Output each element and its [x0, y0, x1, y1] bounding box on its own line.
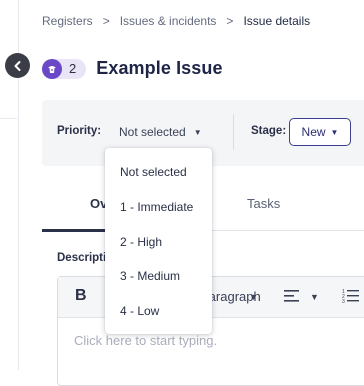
page-header: 2 Example Issue: [42, 58, 223, 79]
caret-down-icon[interactable]: ▼: [249, 292, 258, 302]
breadcrumb-issues-incidents[interactable]: Issues & incidents: [120, 14, 217, 28]
breadcrumb: Registers > Issues & incidents > Issue d…: [42, 14, 310, 28]
priority-label: Priority:: [57, 125, 102, 137]
svg-text:3: 3: [342, 299, 345, 304]
priority-select[interactable]: Not selected ▼: [119, 125, 202, 139]
numbered-list-icon[interactable]: 1 2 3: [342, 288, 360, 304]
priority-option-low[interactable]: 4 - Low: [120, 304, 159, 318]
breadcrumb-separator: >: [102, 14, 110, 28]
back-button[interactable]: [5, 53, 30, 78]
fields-divider: [233, 114, 234, 150]
priority-dropdown-menu: Not selected 1 - Immediate 2 - High 3 - …: [105, 148, 212, 334]
editor-placeholder: Click here to start typing.: [74, 333, 218, 348]
side-panel-divider: [0, 118, 17, 119]
caret-down-icon: ▼: [193, 127, 202, 137]
issue-count-badge: 2: [42, 58, 87, 79]
issue-icon: [42, 58, 62, 79]
tab-tasks[interactable]: Tasks: [247, 196, 280, 211]
align-left-icon[interactable]: [284, 289, 300, 303]
chevron-left-icon: [14, 60, 20, 71]
issue-count: 2: [69, 61, 77, 76]
caret-down-icon: ▼: [330, 127, 339, 137]
breadcrumb-separator: >: [226, 14, 234, 28]
priority-option-high[interactable]: 2 - High: [120, 235, 162, 249]
priority-selected-value: Not selected: [119, 125, 186, 139]
bold-button[interactable]: B: [75, 287, 87, 305]
stage-select-button[interactable]: New ▼: [289, 118, 351, 146]
caret-down-icon[interactable]: ▼: [310, 292, 319, 302]
stage-label: Stage:: [251, 125, 287, 137]
stage-value: New: [301, 125, 326, 139]
page-title: Example Issue: [96, 58, 223, 78]
breadcrumb-registers[interactable]: Registers: [42, 14, 93, 28]
priority-option-immediate[interactable]: 1 - Immediate: [120, 200, 193, 214]
priority-option-medium[interactable]: 3 - Medium: [120, 269, 180, 283]
breadcrumb-current: Issue details: [243, 14, 311, 28]
priority-option-not-selected[interactable]: Not selected: [120, 165, 187, 179]
